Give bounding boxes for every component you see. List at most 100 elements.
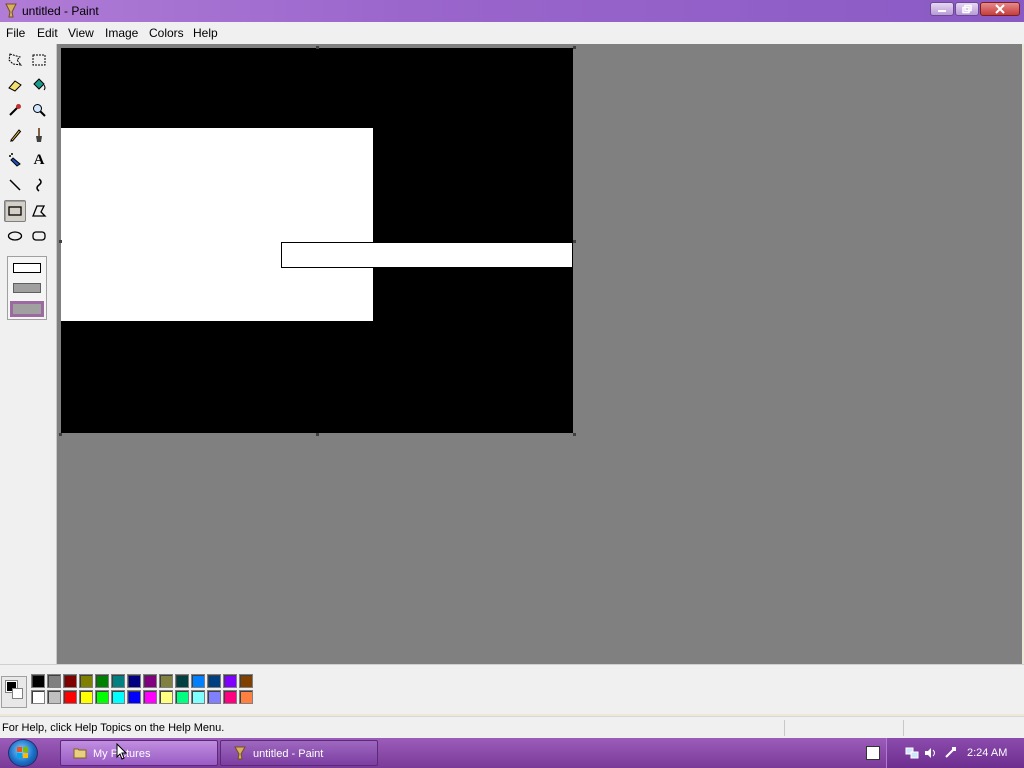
select-icon <box>32 54 46 66</box>
taskbar-label: untitled - Paint <box>253 748 324 760</box>
curve-tool[interactable] <box>28 174 50 196</box>
palette-color-swatch[interactable] <box>159 674 173 688</box>
airbrush-icon <box>9 153 21 167</box>
polygon-tool[interactable] <box>28 200 50 222</box>
palette-color-swatch[interactable] <box>111 690 125 704</box>
palette-color-swatch[interactable] <box>63 690 77 704</box>
status-separator <box>784 720 785 736</box>
airbrush-tool[interactable] <box>4 149 26 171</box>
text-tool[interactable]: A <box>28 149 50 171</box>
minimize-icon <box>938 10 946 12</box>
drawing-canvas[interactable] <box>61 48 573 433</box>
magnifier-tool[interactable] <box>28 99 50 121</box>
keyboard-icon[interactable] <box>866 746 880 760</box>
windows-logo-icon <box>17 747 28 758</box>
menu-bar: File Edit View Image Colors Help <box>0 22 1024 44</box>
start-button[interactable] <box>8 739 38 767</box>
resize-handle-bottom-left[interactable] <box>59 433 62 436</box>
canvas-workspace <box>57 44 1022 664</box>
palette-color-swatch[interactable] <box>207 674 221 688</box>
menu-image[interactable]: Image <box>105 26 138 40</box>
palette-color-swatch[interactable] <box>31 674 45 688</box>
network-icon[interactable] <box>905 746 919 760</box>
pencil-tool[interactable] <box>4 124 26 146</box>
select-tool[interactable] <box>28 49 50 71</box>
palette-color-swatch[interactable] <box>79 690 93 704</box>
option-fill-only[interactable] <box>10 301 44 317</box>
pick-color-tool[interactable] <box>4 99 26 121</box>
rectangle-icon <box>8 206 22 216</box>
palette-color-swatch[interactable] <box>143 690 157 704</box>
palette-color-swatch[interactable] <box>159 690 173 704</box>
palette-color-swatch[interactable] <box>239 674 253 688</box>
restore-icon <box>962 4 972 14</box>
menu-file[interactable]: File <box>6 26 25 40</box>
title-bar[interactable]: untitled - Paint <box>0 0 1024 22</box>
resize-handle-left[interactable] <box>59 240 62 243</box>
volume-icon[interactable] <box>923 746 937 760</box>
palette-color-swatch[interactable] <box>111 674 125 688</box>
rectangle-tool[interactable] <box>4 200 26 222</box>
option-outline-and-fill[interactable] <box>13 283 41 293</box>
current-colors[interactable] <box>1 676 27 708</box>
line-icon <box>9 179 21 191</box>
fill-with-color-tool[interactable] <box>28 74 50 96</box>
palette-color-swatch[interactable] <box>127 690 141 704</box>
taskbar-paint[interactable]: untitled - Paint <box>220 740 378 766</box>
palette-color-swatch[interactable] <box>175 674 189 688</box>
taskbar-my-pictures[interactable]: My Pictures <box>60 740 218 766</box>
power-icon[interactable] <box>943 746 957 760</box>
eraser-tool[interactable] <box>4 74 26 96</box>
minimize-button[interactable] <box>930 2 954 16</box>
rounded-rectangle-tool[interactable] <box>28 225 50 247</box>
palette-color-swatch[interactable] <box>207 690 221 704</box>
palette-color-swatch[interactable] <box>47 674 61 688</box>
tool-options-panel <box>7 256 47 320</box>
resize-handle-top-right[interactable] <box>573 46 576 49</box>
menu-edit[interactable]: Edit <box>37 26 58 40</box>
ellipse-icon <box>7 231 23 241</box>
palette-color-swatch[interactable] <box>191 674 205 688</box>
resize-handle-right[interactable] <box>573 240 576 243</box>
palette-color-swatch[interactable] <box>31 690 45 704</box>
fill-only-swatch <box>13 304 41 314</box>
system-tray: 2:24 AM <box>886 738 1024 768</box>
palette-color-swatch[interactable] <box>191 690 205 704</box>
status-bar: For Help, click Help Topics on the Help … <box>0 716 1024 738</box>
palette-color-swatch[interactable] <box>143 674 157 688</box>
status-separator <box>903 720 904 736</box>
tool-box: A <box>0 44 57 664</box>
brush-tool[interactable] <box>28 124 50 146</box>
palette-color-swatch[interactable] <box>223 674 237 688</box>
menu-colors[interactable]: Colors <box>149 26 184 40</box>
option-outline-only[interactable] <box>13 263 41 273</box>
menu-view[interactable]: View <box>68 26 94 40</box>
palette-color-swatch[interactable] <box>95 674 109 688</box>
palette-color-swatch[interactable] <box>127 674 141 688</box>
palette-color-swatch[interactable] <box>175 690 189 704</box>
free-form-select-tool[interactable] <box>4 49 26 71</box>
palette-color-swatch[interactable] <box>47 690 61 704</box>
background-color <box>12 688 23 699</box>
pick-color-icon <box>9 104 21 116</box>
palette-color-swatch[interactable] <box>63 674 77 688</box>
curve-icon <box>36 178 42 192</box>
palette-color-swatch[interactable] <box>223 690 237 704</box>
close-button[interactable] <box>980 2 1020 16</box>
palette-color-swatch[interactable] <box>95 690 109 704</box>
ellipse-tool[interactable] <box>4 225 26 247</box>
resize-handle-bottom-right[interactable] <box>573 433 576 436</box>
magnifier-icon <box>33 104 46 117</box>
white-rectangle <box>61 128 373 321</box>
menu-help[interactable]: Help <box>193 26 218 40</box>
palette-color-swatch[interactable] <box>239 690 253 704</box>
palette-color-swatch[interactable] <box>79 674 93 688</box>
paint-app-icon <box>5 3 17 18</box>
fill-with-color-icon <box>33 78 46 91</box>
maximize-button[interactable] <box>955 2 979 16</box>
clock[interactable]: 2:24 AM <box>967 747 1007 759</box>
resize-handle-bottom[interactable] <box>316 433 319 436</box>
line-tool[interactable] <box>4 174 26 196</box>
resize-handle-top[interactable] <box>316 46 319 49</box>
pencil-icon <box>10 129 22 142</box>
